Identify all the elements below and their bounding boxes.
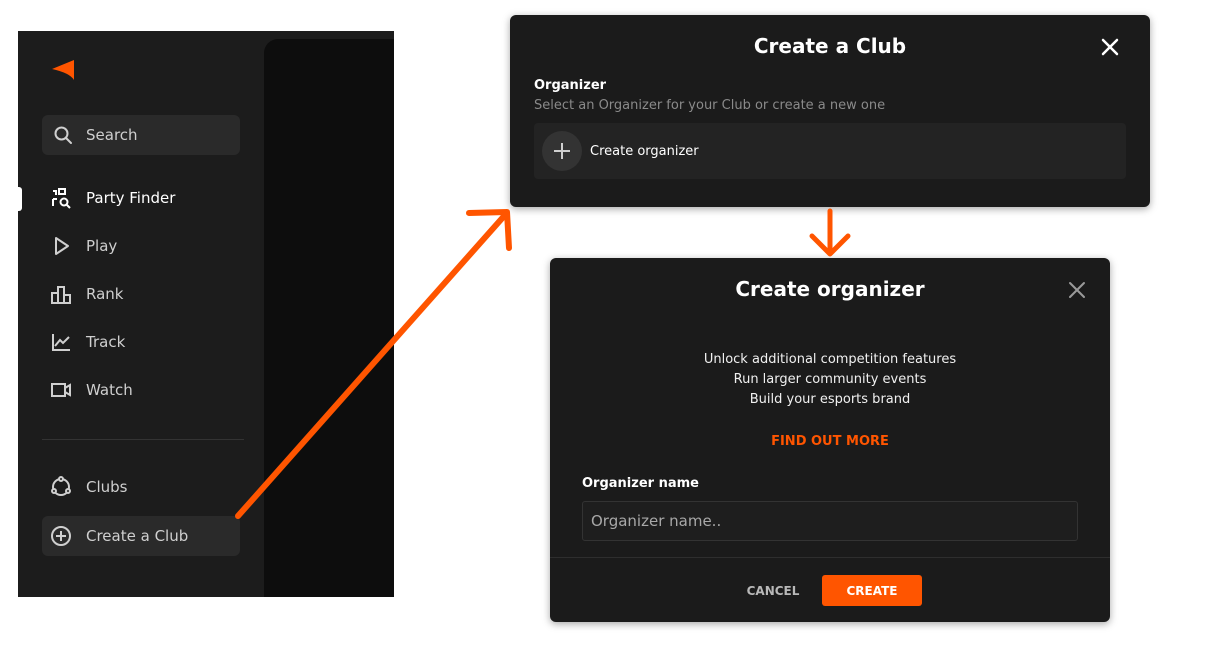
nav-item-watch[interactable]: Watch bbox=[42, 370, 240, 410]
organizer-name-input[interactable] bbox=[582, 501, 1078, 541]
watch-icon bbox=[50, 379, 72, 401]
nav-item-rank[interactable]: Rank bbox=[42, 274, 240, 314]
create-button[interactable]: CREATE bbox=[822, 575, 922, 606]
nav-item-label: Watch bbox=[86, 381, 133, 399]
arrow-club-modal-to-organizer-modal bbox=[809, 208, 851, 257]
cancel-button[interactable]: CANCEL bbox=[736, 576, 810, 606]
find-out-more-link[interactable]: FIND OUT MORE bbox=[550, 434, 1110, 449]
create-organizer-modal: Create organizer Unlock additional compe… bbox=[550, 258, 1110, 622]
nav-item-party-finder[interactable]: Party Finder bbox=[42, 178, 240, 218]
feature-text: Unlock additional competition features bbox=[703, 352, 957, 367]
modal-title: Create a Club bbox=[753, 34, 907, 58]
plus-icon bbox=[542, 131, 582, 171]
nav-item-label: Play bbox=[86, 237, 118, 255]
footer-divider bbox=[550, 557, 1110, 558]
modal-title: Create organizer bbox=[735, 277, 925, 301]
nav-item-label: Clubs bbox=[86, 478, 128, 496]
nav-item-play[interactable]: Play bbox=[42, 226, 240, 266]
main-content-area bbox=[264, 39, 394, 597]
search-icon bbox=[52, 124, 74, 146]
search-button[interactable]: Search bbox=[42, 115, 240, 155]
sidebar-divider bbox=[42, 439, 244, 440]
nav-item-label: Party Finder bbox=[86, 189, 176, 207]
create-organizer-label: Create organizer bbox=[590, 143, 699, 159]
plus-circle-icon bbox=[50, 525, 72, 547]
organizer-subtext: Select an Organizer for your Club or cre… bbox=[534, 98, 886, 113]
party-finder-icon bbox=[50, 187, 72, 209]
rank-icon bbox=[50, 283, 72, 305]
organizer-label: Organizer bbox=[534, 78, 607, 93]
organizer-name-label: Organizer name bbox=[582, 476, 699, 491]
sidebar: Search Party Finder Play Rank Track Watc… bbox=[18, 31, 394, 597]
create-club-modal: Create a Club Organizer Select an Organi… bbox=[510, 15, 1150, 207]
play-icon bbox=[50, 235, 72, 257]
feature-text: Run larger community events bbox=[733, 372, 927, 387]
track-icon bbox=[50, 331, 72, 353]
close-icon[interactable] bbox=[1099, 36, 1121, 58]
active-indicator bbox=[18, 187, 22, 211]
search-label: Search bbox=[86, 126, 138, 144]
nav-item-clubs[interactable]: Clubs bbox=[42, 467, 240, 507]
nav-item-label: Create a Club bbox=[86, 527, 189, 545]
nav-item-label: Rank bbox=[86, 285, 124, 303]
nav-item-label: Track bbox=[86, 333, 126, 351]
faceit-logo-icon[interactable] bbox=[50, 59, 76, 81]
create-organizer-button[interactable]: Create organizer bbox=[534, 123, 1126, 179]
feature-text: Build your esports brand bbox=[749, 392, 911, 407]
nav-item-track[interactable]: Track bbox=[42, 322, 240, 362]
nav-item-create-club[interactable]: Create a Club bbox=[42, 516, 240, 556]
close-icon[interactable] bbox=[1066, 279, 1088, 301]
clubs-icon bbox=[50, 476, 72, 498]
